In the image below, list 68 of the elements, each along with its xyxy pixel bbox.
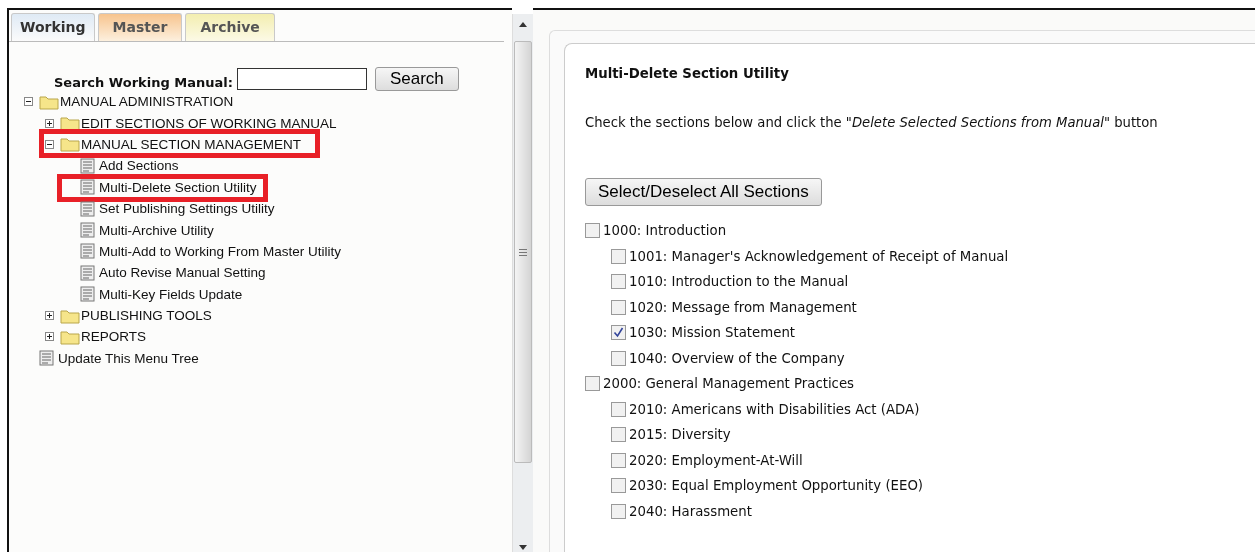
checkbox[interactable] [611, 248, 626, 264]
section-label: 1020: Message from Management [629, 299, 857, 315]
folder-icon [39, 93, 59, 110]
tree-item[interactable]: MANUAL ADMINISTRATION [59, 93, 235, 111]
document-icon [80, 222, 95, 239]
search-button[interactable]: Search [374, 67, 459, 91]
grip-icon [519, 248, 527, 256]
section-label: 1040: Overview of the Company [629, 350, 845, 366]
section-label: 1000: Introduction [603, 223, 727, 239]
tab[interactable]: Master [97, 13, 183, 41]
tree-item[interactable]: REPORTS [80, 328, 147, 346]
section-label: 1030: Mission Statement [629, 325, 796, 341]
checkbox[interactable] [611, 503, 626, 519]
checkbox[interactable] [611, 427, 626, 443]
checkbox[interactable] [585, 376, 600, 392]
document-icon [80, 243, 95, 260]
document-icon [80, 264, 95, 281]
section-label: 1001: Manager's Acknowledgement of Receipt of Manual [629, 248, 1009, 264]
document-icon [80, 157, 95, 174]
folder-icon [60, 307, 80, 324]
tree-item[interactable]: PUBLISHING TOOLS [80, 307, 213, 325]
collapse-icon[interactable] [45, 139, 54, 149]
expand-icon[interactable] [45, 118, 54, 128]
checkbox[interactable] [611, 350, 626, 366]
tree-item[interactable]: Set Publishing Settings Utility [98, 200, 276, 218]
tab[interactable]: Working [11, 13, 95, 41]
section-label: 2030: Equal Employment Opportunity (EEO) [629, 478, 924, 494]
scroll-down-icon[interactable] [519, 545, 527, 550]
checkbox[interactable] [611, 478, 626, 494]
document-icon [80, 200, 95, 217]
search-label: Search Working Manual: [54, 74, 233, 90]
document-icon [39, 350, 54, 367]
document-icon [80, 286, 95, 303]
tree-item[interactable]: MANUAL SECTION MANAGEMENT [80, 135, 303, 153]
tree-item[interactable]: Multi-Delete Section Utility [98, 178, 258, 196]
tree-item[interactable]: Multi-Add to Working From Master Utility [98, 242, 343, 260]
folder-icon [60, 136, 80, 153]
utility-title: Multi-Delete Section Utility [585, 66, 790, 81]
tree-item[interactable]: Auto Revise Manual Setting [98, 264, 267, 282]
checkbox[interactable] [611, 401, 626, 417]
expand-icon[interactable] [45, 311, 54, 321]
checkbox[interactable] [611, 299, 626, 315]
checkbox[interactable] [611, 325, 626, 341]
select-all-button[interactable]: Select/Deselect All Sections [585, 178, 822, 206]
scroll-up-icon[interactable] [519, 22, 527, 27]
scrollbar[interactable] [512, 14, 533, 552]
tree-item[interactable]: Add Sections [98, 157, 180, 175]
checkbox[interactable] [611, 452, 626, 468]
section-label: 2020: Employment-At-Will [629, 452, 803, 468]
document-icon [80, 179, 95, 196]
tree-item[interactable]: EDIT SECTIONS OF WORKING MANUAL [80, 114, 338, 132]
tree-item[interactable]: Multi-Key Fields Update [98, 285, 244, 303]
section-label: 2000: General Management Practices [603, 376, 855, 392]
tab[interactable]: Archive [185, 13, 275, 41]
folder-icon [60, 329, 80, 345]
expand-icon[interactable] [45, 332, 54, 342]
tree-item[interactable]: Update This Menu Tree [57, 349, 200, 367]
checkbox[interactable] [585, 223, 600, 239]
section-label: 2015: Diversity [629, 427, 731, 443]
collapse-icon[interactable] [24, 97, 33, 107]
section-label: 1010: Introduction to the Manual [629, 274, 849, 290]
section-label: 2010: Americans with Disabilities Act (ADA) [629, 401, 920, 417]
instruction-text: Check the sections below and click the "Delete Selected Sections from Manual" button [585, 115, 1159, 130]
folder-icon [60, 115, 80, 132]
section-label: 2040: Harassment [629, 503, 752, 519]
checkbox[interactable] [611, 274, 626, 290]
tree-item[interactable]: Multi-Archive Utility [98, 221, 215, 239]
search-field[interactable] [236, 68, 367, 90]
